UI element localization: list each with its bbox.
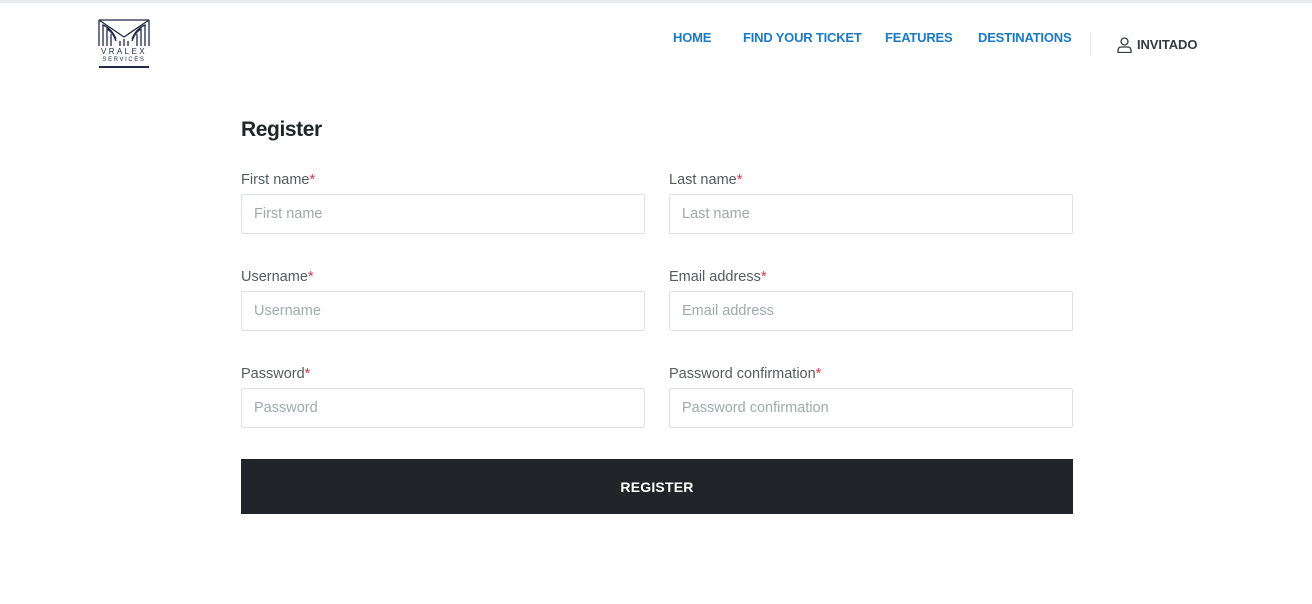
required-marker: * <box>309 172 316 188</box>
logo-underline <box>99 66 149 68</box>
last-name-label: Last name* <box>669 172 743 188</box>
user-label: INVITADO <box>1137 37 1198 52</box>
password-confirmation-field[interactable] <box>669 388 1073 428</box>
logo-line2: SERVICES <box>102 57 146 63</box>
password-field[interactable] <box>241 388 645 428</box>
nav-divider <box>1090 32 1091 56</box>
required-marker: * <box>304 366 311 382</box>
top-border <box>0 0 1312 3</box>
first-name-field[interactable] <box>241 194 645 234</box>
page-title: Register <box>241 118 322 141</box>
required-marker: * <box>760 269 767 285</box>
register-button[interactable]: REGISTER <box>241 459 1073 514</box>
user-icon <box>1117 36 1132 53</box>
email-label: Email address* <box>669 269 767 285</box>
last-name-field[interactable] <box>669 194 1073 234</box>
username-field[interactable] <box>241 291 645 331</box>
logo-line1: VRALEX <box>101 47 147 56</box>
nav-features[interactable]: FEATURES <box>885 30 953 45</box>
required-marker: * <box>307 269 314 285</box>
required-marker: * <box>736 172 743 188</box>
nav-home[interactable]: HOME <box>673 30 711 45</box>
password-confirmation-label: Password confirmation* <box>669 366 822 382</box>
password-label: Password* <box>241 366 311 382</box>
nav-destinations[interactable]: DESTINATIONS <box>978 30 1072 45</box>
username-label: Username* <box>241 269 314 285</box>
required-marker: * <box>815 366 822 382</box>
first-name-label: First name* <box>241 172 316 188</box>
nav-find-your-ticket[interactable]: FIND YOUR TICKET <box>743 30 862 45</box>
user-menu[interactable]: INVITADO <box>1117 36 1197 53</box>
logo-mark-icon <box>98 19 150 46</box>
brand-logo[interactable]: VRALEX SERVICES <box>98 17 150 69</box>
email-field[interactable] <box>669 291 1073 331</box>
